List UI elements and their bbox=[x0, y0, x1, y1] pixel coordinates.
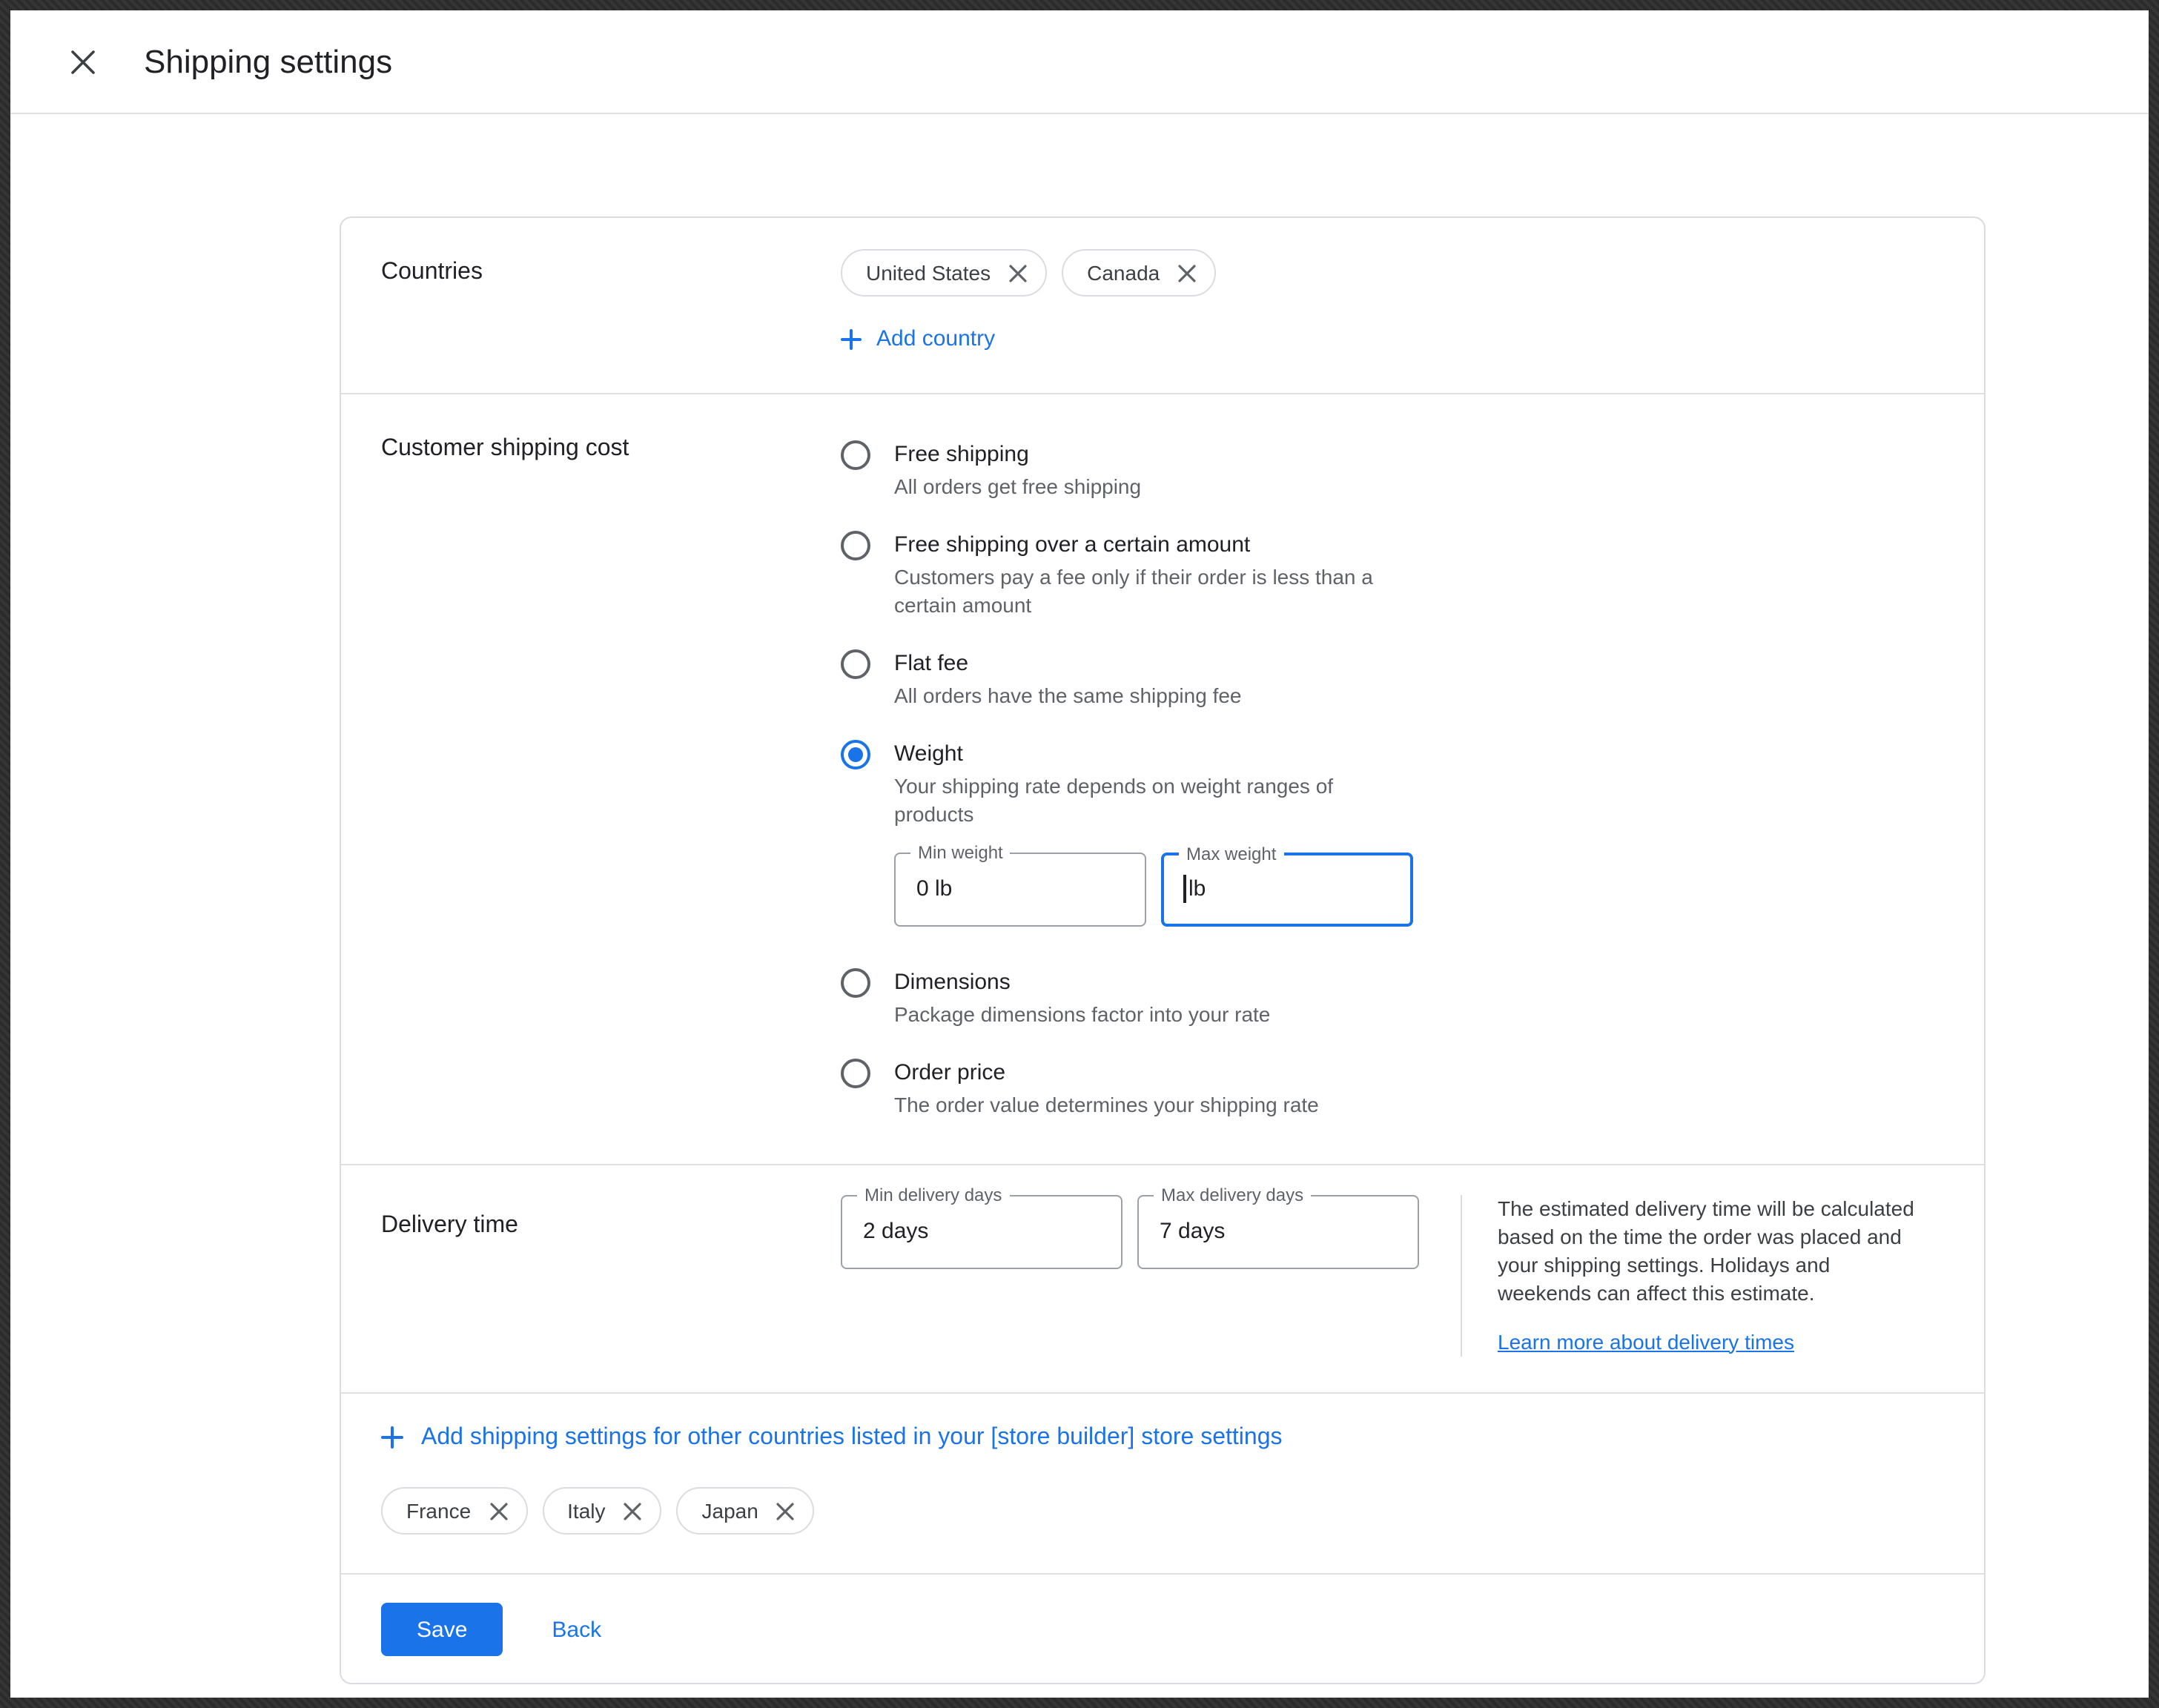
country-chip-italy: Italy bbox=[542, 1487, 661, 1535]
delivery-note-text: The estimated delivery time will be calc… bbox=[1498, 1194, 1920, 1307]
add-shipping-settings-label: Add shipping settings for other countrie… bbox=[421, 1424, 1283, 1451]
window-frame: Shipping settings Countries United State… bbox=[0, 0, 2159, 1708]
radio-option-free-over-amount[interactable]: Free shipping over a certain amount Cust… bbox=[841, 529, 1413, 619]
option-title: Weight bbox=[894, 738, 1413, 770]
countries-label: Countries bbox=[341, 218, 841, 392]
min-delivery-days-label: Min delivery days bbox=[857, 1184, 1009, 1205]
min-weight-input[interactable]: Min weight 0 lb bbox=[894, 852, 1146, 926]
text-cursor bbox=[1183, 875, 1186, 903]
close-icon bbox=[1008, 263, 1028, 282]
remove-country-button[interactable] bbox=[776, 1501, 796, 1520]
add-country-button[interactable]: Add country bbox=[841, 326, 995, 351]
radio-button[interactable] bbox=[841, 967, 870, 997]
back-button[interactable]: Back bbox=[552, 1617, 601, 1642]
option-description: Your shipping rate depends on weight ran… bbox=[894, 772, 1398, 828]
card-footer: Save Back bbox=[341, 1575, 1984, 1683]
delivery-times-link[interactable]: Learn more about delivery times bbox=[1498, 1329, 1794, 1353]
close-icon bbox=[70, 48, 96, 75]
radio-button[interactable] bbox=[841, 739, 870, 769]
chip-label: Italy bbox=[567, 1499, 605, 1523]
radio-button[interactable] bbox=[841, 649, 870, 678]
option-description: Customers pay a fee only if their order … bbox=[894, 563, 1398, 619]
max-delivery-days-value: 7 days bbox=[1160, 1219, 1225, 1244]
page-title: Shipping settings bbox=[144, 42, 392, 81]
option-title: Dimensions bbox=[894, 966, 1270, 999]
other-country-chips: France Italy bbox=[381, 1487, 1944, 1535]
radio-option-order-price[interactable]: Order price The order value determines y… bbox=[841, 1056, 1413, 1119]
add-shipping-settings-button[interactable]: Add shipping settings for other countrie… bbox=[381, 1424, 1283, 1451]
option-description: All orders have the same shipping fee bbox=[894, 681, 1242, 709]
weight-fields: Min weight 0 lb Max weight lb bbox=[894, 852, 1413, 926]
max-delivery-days-input[interactable]: Max delivery days 7 days bbox=[1137, 1194, 1419, 1268]
radio-button[interactable] bbox=[841, 440, 870, 469]
chip-label: France bbox=[406, 1499, 471, 1523]
max-weight-value: lb bbox=[1188, 876, 1206, 901]
option-title: Free shipping over a certain amount bbox=[894, 529, 1398, 561]
close-icon bbox=[489, 1501, 508, 1520]
option-description: The order value determines your shipping… bbox=[894, 1090, 1319, 1119]
settings-card: Countries United States bbox=[340, 216, 1986, 1684]
radio-option-weight[interactable]: Weight Your shipping rate depends on wei… bbox=[841, 738, 1413, 938]
delivery-time-section: Delivery time Min delivery days 2 days M… bbox=[341, 1165, 1984, 1391]
country-chips: United States Canada bbox=[841, 249, 1216, 297]
radio-button[interactable] bbox=[841, 530, 870, 560]
countries-controls: United States Canada bbox=[841, 218, 1216, 392]
save-button[interactable]: Save bbox=[381, 1603, 503, 1656]
country-chip-canada: Canada bbox=[1062, 249, 1216, 297]
remove-country-button[interactable] bbox=[1008, 263, 1028, 282]
close-icon bbox=[776, 1501, 796, 1520]
min-weight-label: Min weight bbox=[910, 841, 1011, 862]
country-chip-france: France bbox=[381, 1487, 527, 1535]
topbar: Shipping settings bbox=[10, 10, 2149, 114]
country-chip-united-states: United States bbox=[841, 249, 1047, 297]
option-description: All orders get free shipping bbox=[894, 472, 1141, 500]
chip-label: Japan bbox=[702, 1499, 758, 1523]
remove-country-button[interactable] bbox=[489, 1501, 508, 1520]
min-weight-value: 0 lb bbox=[916, 876, 952, 901]
shipping-settings-dialog: Shipping settings Countries United State… bbox=[10, 10, 2149, 1698]
remove-country-button[interactable] bbox=[1177, 263, 1197, 282]
radio-option-free-shipping[interactable]: Free shipping All orders get free shippi… bbox=[841, 438, 1413, 500]
chip-label: Canada bbox=[1087, 261, 1160, 285]
max-weight-label: Max weight bbox=[1179, 843, 1283, 864]
max-weight-input[interactable]: Max weight lb bbox=[1161, 852, 1413, 926]
option-title: Free shipping bbox=[894, 438, 1141, 471]
shipping-cost-section: Customer shipping cost Free shipping All… bbox=[341, 394, 1984, 1163]
option-description: Package dimensions factor into your rate bbox=[894, 1000, 1270, 1028]
shipping-cost-options: Free shipping All orders get free shippi… bbox=[841, 394, 1413, 1163]
close-icon bbox=[1177, 263, 1197, 282]
delivery-fields: Min delivery days 2 days Max delivery da… bbox=[841, 1194, 1419, 1268]
country-chip-japan: Japan bbox=[677, 1487, 815, 1535]
delivery-note: The estimated delivery time will be calc… bbox=[1462, 1194, 1920, 1356]
chip-label: United States bbox=[866, 261, 991, 285]
radio-option-flat-fee[interactable]: Flat fee All orders have the same shippi… bbox=[841, 647, 1413, 709]
max-delivery-days-label: Max delivery days bbox=[1154, 1184, 1311, 1205]
other-countries-section: Add shipping settings for other countrie… bbox=[341, 1393, 1984, 1573]
min-delivery-days-value: 2 days bbox=[863, 1219, 928, 1244]
option-title: Flat fee bbox=[894, 647, 1242, 680]
remove-country-button[interactable] bbox=[624, 1501, 643, 1520]
delivery-time-label: Delivery time bbox=[341, 1194, 841, 1356]
shipping-cost-label: Customer shipping cost bbox=[341, 394, 841, 1163]
plus-icon bbox=[841, 328, 862, 349]
countries-section: Countries United States bbox=[341, 218, 1984, 392]
min-delivery-days-input[interactable]: Min delivery days 2 days bbox=[841, 1194, 1123, 1268]
radio-button[interactable] bbox=[841, 1058, 870, 1088]
add-country-label: Add country bbox=[876, 326, 995, 351]
option-title: Order price bbox=[894, 1056, 1319, 1089]
close-button[interactable] bbox=[61, 39, 105, 84]
radio-option-dimensions[interactable]: Dimensions Package dimensions factor int… bbox=[841, 966, 1413, 1028]
plus-icon bbox=[381, 1426, 403, 1449]
close-icon bbox=[624, 1501, 643, 1520]
